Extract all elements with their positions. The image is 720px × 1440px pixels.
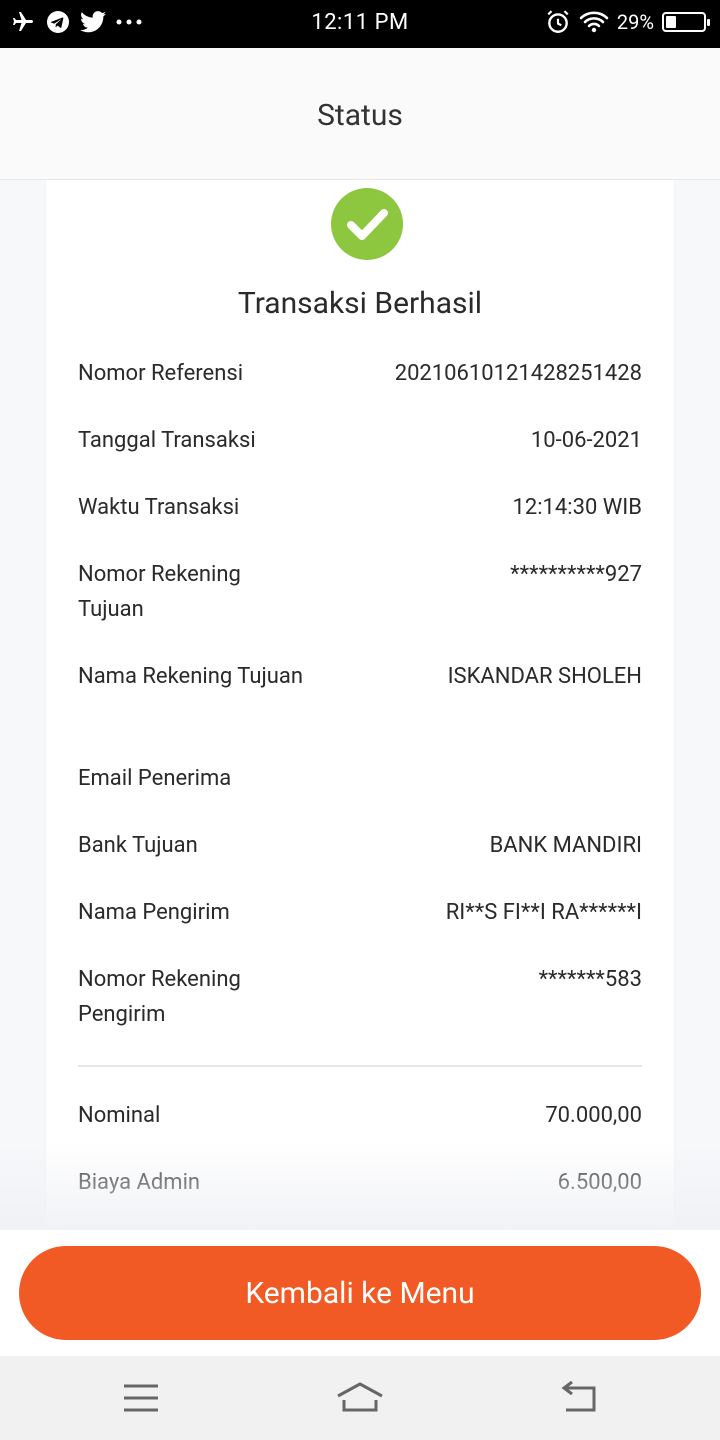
menu-icon[interactable] bbox=[110, 1376, 170, 1420]
transaction-status-title: Transaksi Berhasil bbox=[237, 286, 483, 321]
check-circle-icon bbox=[331, 188, 403, 260]
detail-label: Nama Rekening Tujuan bbox=[78, 664, 303, 689]
receipt-card: Transaksi Berhasil Nomor Referensi 20210… bbox=[46, 180, 674, 1230]
detail-label: Nomor Rekening Pengirim bbox=[78, 967, 241, 1027]
detail-value: 20210610121428251428 bbox=[394, 361, 642, 386]
home-icon[interactable] bbox=[330, 1376, 390, 1420]
detail-value: *******583 bbox=[538, 967, 642, 992]
amount-value: 70.000,00 bbox=[545, 1103, 642, 1128]
detail-value: 12:14:30 WIB bbox=[512, 495, 642, 520]
app-header: Status bbox=[0, 48, 720, 180]
system-nav-bar bbox=[0, 1356, 720, 1440]
battery-percent: 29% bbox=[616, 10, 654, 34]
alarm-icon bbox=[547, 10, 569, 33]
detail-label: Tanggal Transaksi bbox=[78, 428, 256, 453]
divider bbox=[78, 1065, 642, 1067]
detail-label: Bank Tujuan bbox=[78, 833, 198, 858]
wifi-icon bbox=[579, 11, 609, 33]
amount-label: Nominal bbox=[78, 1103, 161, 1128]
detail-label: Nomor Rekening Tujuan bbox=[78, 562, 241, 622]
detail-value: ISKANDAR SHOLEH bbox=[447, 664, 642, 689]
detail-value: **********927 bbox=[510, 562, 642, 587]
detail-value: BANK MANDIRI bbox=[489, 833, 642, 858]
back-icon[interactable] bbox=[550, 1376, 610, 1420]
detail-value: 10-06-2021 bbox=[530, 428, 642, 453]
detail-label: Waktu Transaksi bbox=[78, 495, 240, 520]
bottom-action-bar: Kembali ke Menu bbox=[0, 1230, 720, 1356]
amount-label: Biaya Admin bbox=[78, 1170, 201, 1195]
detail-label: Nomor Referensi bbox=[78, 361, 244, 386]
detail-label: Email Penerima bbox=[78, 766, 232, 791]
back-to-menu-button[interactable]: Kembali ke Menu bbox=[19, 1246, 701, 1340]
amount-value: 6.500,00 bbox=[557, 1170, 642, 1195]
status-bar: 12:11 PM 29% bbox=[0, 0, 720, 48]
system-icons: 29% bbox=[545, 9, 710, 35]
battery-icon bbox=[662, 12, 710, 32]
detail-value: RI**S FI**I RA******I bbox=[445, 900, 642, 925]
detail-label: Nama Pengirim bbox=[78, 900, 230, 925]
page-title: Status bbox=[317, 98, 403, 133]
